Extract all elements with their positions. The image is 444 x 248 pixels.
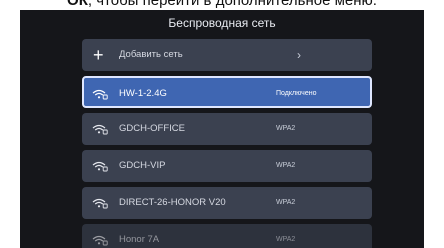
network-item-hw-1-2-4g[interactable]: HW-1-2.4G Подключено: [82, 76, 372, 108]
network-security: WPA2: [276, 236, 296, 243]
network-item-honor-7a[interactable]: Honor 7A WPA2: [82, 224, 372, 248]
network-item-gdch-vip[interactable]: GDCH-VIP WPA2: [82, 150, 372, 182]
caption-text: , чтобы перейти в дополнительное меню.: [87, 0, 377, 9]
page-title: Беспроводная сеть: [168, 16, 276, 30]
wifi-lock-icon: [92, 187, 108, 219]
network-status: Подключено: [276, 90, 317, 97]
network-security: WPA2: [276, 162, 296, 169]
network-ssid: HW-1-2.4G: [119, 88, 167, 99]
add-network-button[interactable]: + Добавить сеть ›: [82, 39, 372, 71]
network-ssid: DIRECT-26-HONOR V20: [119, 197, 226, 208]
chevron-right-icon: ›: [297, 48, 301, 62]
network-item-gdch-office[interactable]: GDCH-OFFICE WPA2: [82, 113, 372, 145]
wifi-lock-icon: [92, 78, 108, 110]
wifi-lock-icon: [92, 224, 108, 248]
plus-icon: +: [93, 45, 104, 65]
network-ssid: GDCH-OFFICE: [119, 123, 185, 134]
wifi-lock-icon: [92, 113, 108, 145]
add-network-label: Добавить сеть: [119, 49, 183, 60]
caption-bold-key: ОК: [67, 0, 88, 9]
network-security: WPA2: [276, 199, 296, 206]
tv-screen: Беспроводная сеть + Добавить сеть › HW-1…: [20, 10, 424, 248]
network-security: WPA2: [276, 125, 296, 132]
wifi-lock-icon: [92, 150, 108, 182]
network-ssid: Honor 7A: [119, 234, 160, 245]
network-ssid: GDCH-VIP: [119, 160, 166, 171]
instruction-caption: ОК, чтобы перейти в дополнительное меню.: [0, 0, 444, 10]
network-item-direct-26-honor-v20[interactable]: DIRECT-26-HONOR V20 WPA2: [82, 187, 372, 219]
